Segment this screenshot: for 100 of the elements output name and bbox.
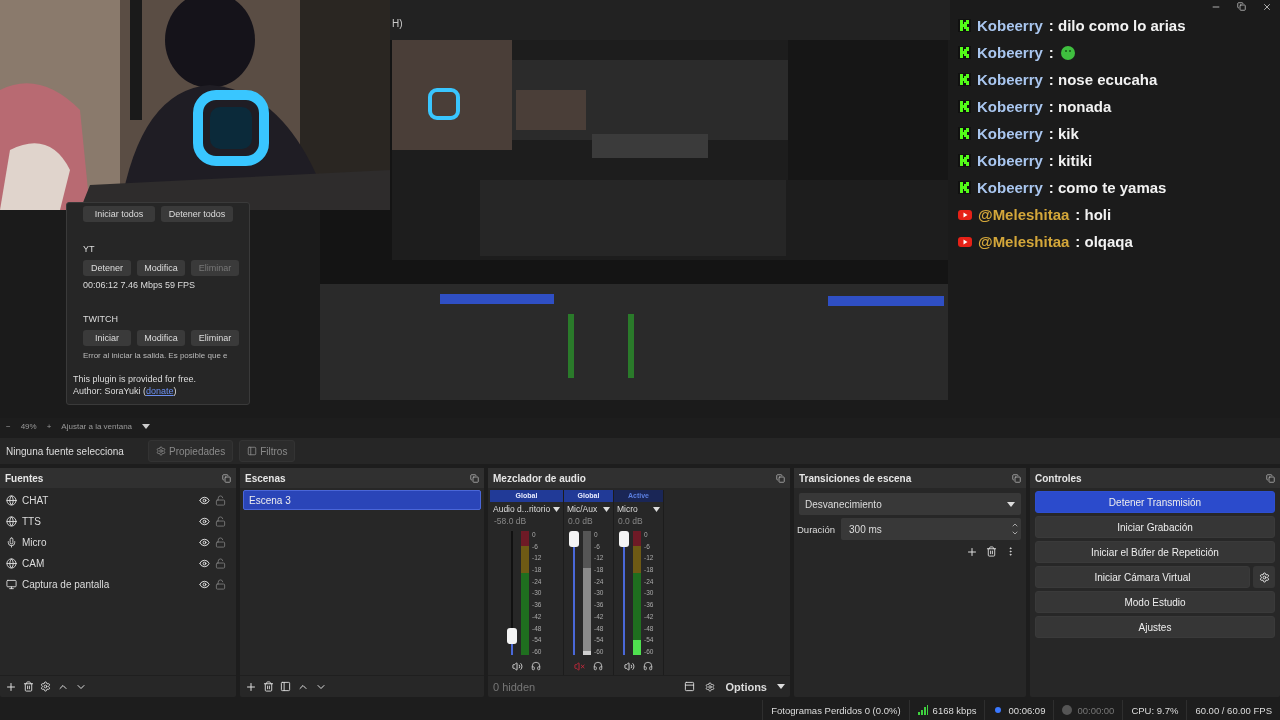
headphones-icon[interactable] xyxy=(531,661,541,671)
output-name: YT xyxy=(83,244,96,254)
add-icon[interactable] xyxy=(966,546,978,558)
unlocked-icon[interactable] xyxy=(215,558,226,569)
plugin-button[interactable]: Iniciar todos xyxy=(83,206,155,222)
slider-handle[interactable] xyxy=(569,531,579,547)
slider-handle[interactable] xyxy=(619,531,629,547)
transition-select[interactable]: Desvanecimiento xyxy=(799,493,1021,515)
control-button[interactable]: Ajustes xyxy=(1035,616,1275,638)
cpu-usage: CPU: 9.7% xyxy=(1131,704,1179,716)
source-name[interactable]: Micro xyxy=(22,537,194,548)
caret-icon[interactable] xyxy=(777,684,785,689)
chat-message: : como te yamas xyxy=(1048,179,1167,196)
settings-button[interactable] xyxy=(1253,566,1275,588)
recording-time: 00:00:00 xyxy=(1077,704,1115,716)
source-name[interactable]: CHAT xyxy=(22,495,194,506)
settings-icon[interactable] xyxy=(40,681,51,692)
caret-icon[interactable] xyxy=(142,423,151,429)
slider-handle[interactable] xyxy=(507,628,517,645)
source-name[interactable]: Captura de pantalla xyxy=(22,579,194,590)
chat-message: : kitiki xyxy=(1048,152,1093,169)
donate-link[interactable]: donate xyxy=(146,386,174,396)
caret-icon[interactable] xyxy=(653,506,660,512)
panel-icon[interactable] xyxy=(280,681,291,692)
chat-message: : nonada xyxy=(1048,98,1112,115)
gear-icon xyxy=(1258,571,1270,583)
undock-icon[interactable] xyxy=(1266,473,1275,483)
control-button[interactable]: Modo Estudio xyxy=(1035,591,1275,613)
chat-username: Kobeerry xyxy=(977,179,1043,196)
output-button[interactable]: Modifica xyxy=(137,260,185,276)
undock-icon[interactable] xyxy=(470,473,479,483)
add-icon[interactable] xyxy=(5,680,17,693)
fit-to-window-option[interactable]: Ajustar a la ventana xyxy=(61,421,133,431)
headphones-icon[interactable] xyxy=(593,661,603,671)
control-button[interactable]: Detener Transmisión xyxy=(1035,491,1275,513)
volume-reading: 0.0 dB xyxy=(617,516,644,528)
headphones-icon[interactable] xyxy=(643,661,653,671)
panel-title: Controles xyxy=(1035,472,1082,484)
source-name[interactable]: CAM xyxy=(22,558,194,569)
chat-message: : kik xyxy=(1048,125,1079,142)
duration-field[interactable]: 300 ms xyxy=(841,518,1021,540)
volume-slider[interactable] xyxy=(506,531,518,655)
control-button[interactable]: Iniciar Grabación xyxy=(1035,516,1275,538)
layout-icon[interactable] xyxy=(684,681,696,692)
panel-title: Fuentes xyxy=(5,472,44,484)
zoom-out-button[interactable]: − xyxy=(6,421,11,431)
unlocked-icon[interactable] xyxy=(215,537,226,548)
scene-item[interactable]: Escena 3 xyxy=(243,490,481,510)
add-icon[interactable] xyxy=(245,680,257,693)
channel-name[interactable]: Mic/Aux xyxy=(567,504,598,514)
channel-name[interactable]: Micro xyxy=(617,504,638,514)
globe-icon xyxy=(6,558,17,569)
eye-icon[interactable] xyxy=(199,495,210,506)
chat-username: Kobeerry xyxy=(977,125,1043,142)
trash-icon[interactable] xyxy=(23,681,34,692)
caret-icon[interactable] xyxy=(603,506,610,512)
selected-source-label: Ninguna fuente selecciona xyxy=(6,445,125,457)
control-button[interactable]: Iniciar el Búfer de Repetición xyxy=(1035,541,1275,563)
eye-icon[interactable] xyxy=(199,516,210,527)
volume-slider[interactable] xyxy=(568,531,580,655)
chat-username: Kobeerry xyxy=(977,71,1043,88)
zoom-in-button[interactable]: + xyxy=(46,421,52,431)
trash-icon[interactable] xyxy=(986,546,997,557)
control-button[interactable]: Iniciar Cámara Virtual xyxy=(1035,566,1250,588)
plugin-button[interactable]: Detener todos xyxy=(161,206,233,222)
restore-icon[interactable] xyxy=(1237,2,1246,11)
unlocked-icon[interactable] xyxy=(215,495,226,506)
chat-username: Kobeerry xyxy=(977,152,1043,169)
undock-icon[interactable] xyxy=(222,473,231,483)
error-text: Error al iniciar la salida. Es posible que e xyxy=(83,351,229,360)
volume-reading: -58.0 dB xyxy=(493,516,528,528)
chat-username: @Meleshitaa xyxy=(978,233,1070,250)
increment-icon[interactable] xyxy=(1011,521,1019,529)
unlocked-icon[interactable] xyxy=(215,516,226,527)
output-button[interactable]: Eliminar xyxy=(191,330,239,346)
output-button[interactable]: Iniciar xyxy=(83,330,131,346)
output-name: TWITCH xyxy=(83,314,119,324)
chat-message: : dilo como lo arias xyxy=(1048,17,1186,34)
output-button[interactable]: Detener xyxy=(83,260,131,276)
eye-icon[interactable] xyxy=(199,579,210,590)
undock-icon[interactable] xyxy=(776,473,785,483)
speaker-icon[interactable] xyxy=(512,661,523,672)
undock-icon[interactable] xyxy=(1012,473,1021,483)
output-button[interactable]: Modifica xyxy=(137,330,185,346)
decrement-icon[interactable] xyxy=(1011,529,1019,537)
speaker-icon[interactable] xyxy=(624,661,635,672)
volume-slider[interactable] xyxy=(618,531,630,655)
chat-username: Kobeerry xyxy=(977,44,1043,61)
eye-icon[interactable] xyxy=(199,537,210,548)
chat-username: Kobeerry xyxy=(977,17,1043,34)
channel-name[interactable]: Audio d...ritorio xyxy=(493,504,551,514)
trash-icon[interactable] xyxy=(263,681,274,692)
caret-icon[interactable] xyxy=(553,506,560,512)
volume-reading: 0.0 dB xyxy=(567,516,594,528)
settings-icon[interactable] xyxy=(705,681,716,692)
eye-icon[interactable] xyxy=(199,558,210,569)
options-menu[interactable]: Options xyxy=(725,680,767,693)
source-name[interactable]: TTS xyxy=(22,516,194,527)
close-icon[interactable] xyxy=(1262,2,1272,12)
unlocked-icon[interactable] xyxy=(215,579,226,590)
